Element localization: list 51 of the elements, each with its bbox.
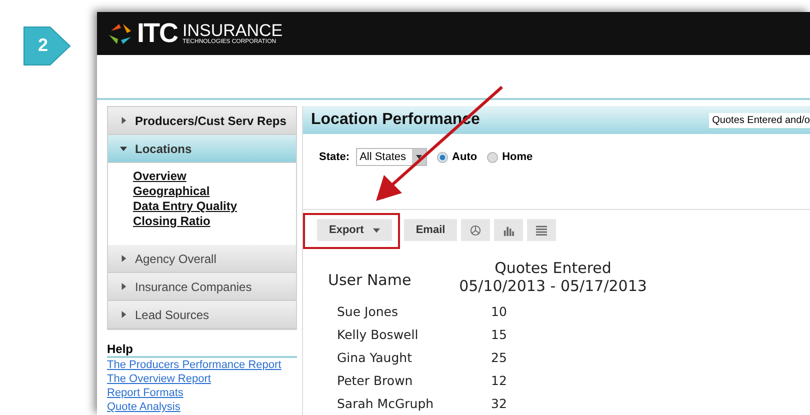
nav-link[interactable]: Overview: [133, 169, 186, 184]
accordion-header[interactable]: Insurance Companies: [108, 273, 296, 301]
caret-right-icon: [120, 311, 127, 318]
logo-word: INSURANCE: [182, 22, 283, 38]
caret-down-icon: [120, 145, 127, 152]
caret-right-icon: [120, 283, 127, 290]
table-cell-text: Peter Brown: [336, 372, 414, 390]
table-cell-text: 10: [490, 303, 508, 321]
help-link[interactable]: The Overview Report: [107, 372, 211, 386]
step-arrow-icon: [22, 25, 72, 67]
report-select[interactable]: Quotes Entered and/o: [709, 112, 810, 128]
help-link[interactable]: Quote Analysis: [107, 400, 180, 414]
pie-chart-icon: [470, 224, 482, 236]
nav-link[interactable]: Data Entry Quality: [133, 199, 238, 214]
accordion-header[interactable]: Agency Overall: [108, 245, 296, 273]
accordion-header[interactable]: Lead Sources: [108, 301, 296, 329]
accordion-header[interactable]: Producers/Cust Serv Reps: [108, 107, 296, 135]
bar-chart-button[interactable]: [494, 219, 524, 241]
radio-option[interactable]: Home: [487, 151, 533, 163]
table-cell-text: Sue Jones: [336, 303, 399, 321]
state-label: State:: [319, 151, 350, 163]
table-cell-text: 15: [490, 326, 508, 344]
email-button[interactable]: Email: [404, 219, 458, 241]
table-view-button[interactable]: [527, 219, 556, 241]
bar-chart-icon: [503, 224, 514, 236]
logo-mark: ITC: [137, 18, 178, 49]
table-cell-text: Sarah McGruph: [336, 395, 435, 413]
export-button[interactable]: Export: [317, 219, 392, 241]
radio-option[interactable]: Auto: [437, 151, 478, 163]
caret-down-icon: [372, 228, 380, 232]
column-header: Quotes Entered 05/10/2013 - 05/17/2013: [458, 259, 648, 295]
step-number: 2: [38, 35, 48, 56]
table-cell-text: Kelly Boswell: [336, 326, 420, 344]
nav-link[interactable]: Geographical: [133, 184, 210, 199]
table-cell-text: 32: [490, 395, 508, 413]
pie-chart-button[interactable]: [461, 219, 490, 241]
accordion-header[interactable]: Locations: [108, 135, 296, 163]
help-link[interactable]: The Producers Performance Report: [107, 358, 282, 372]
caret-right-icon: [120, 255, 127, 262]
column-header: User Name: [328, 270, 412, 288]
table-cell-text: Gina Yaught: [336, 349, 413, 367]
table-cell-text: 25: [490, 349, 508, 367]
list-icon: [536, 224, 548, 236]
help-heading: Help: [107, 342, 297, 358]
radio-button[interactable]: [437, 152, 448, 162]
help-link[interactable]: Report Formats: [107, 386, 184, 400]
radio-button[interactable]: [487, 152, 498, 162]
caret-right-icon: [120, 117, 127, 124]
state-select[interactable]: All States: [356, 148, 428, 166]
table-cell-text: 12: [490, 372, 508, 390]
nav-link[interactable]: Closing Ratio: [133, 214, 210, 229]
